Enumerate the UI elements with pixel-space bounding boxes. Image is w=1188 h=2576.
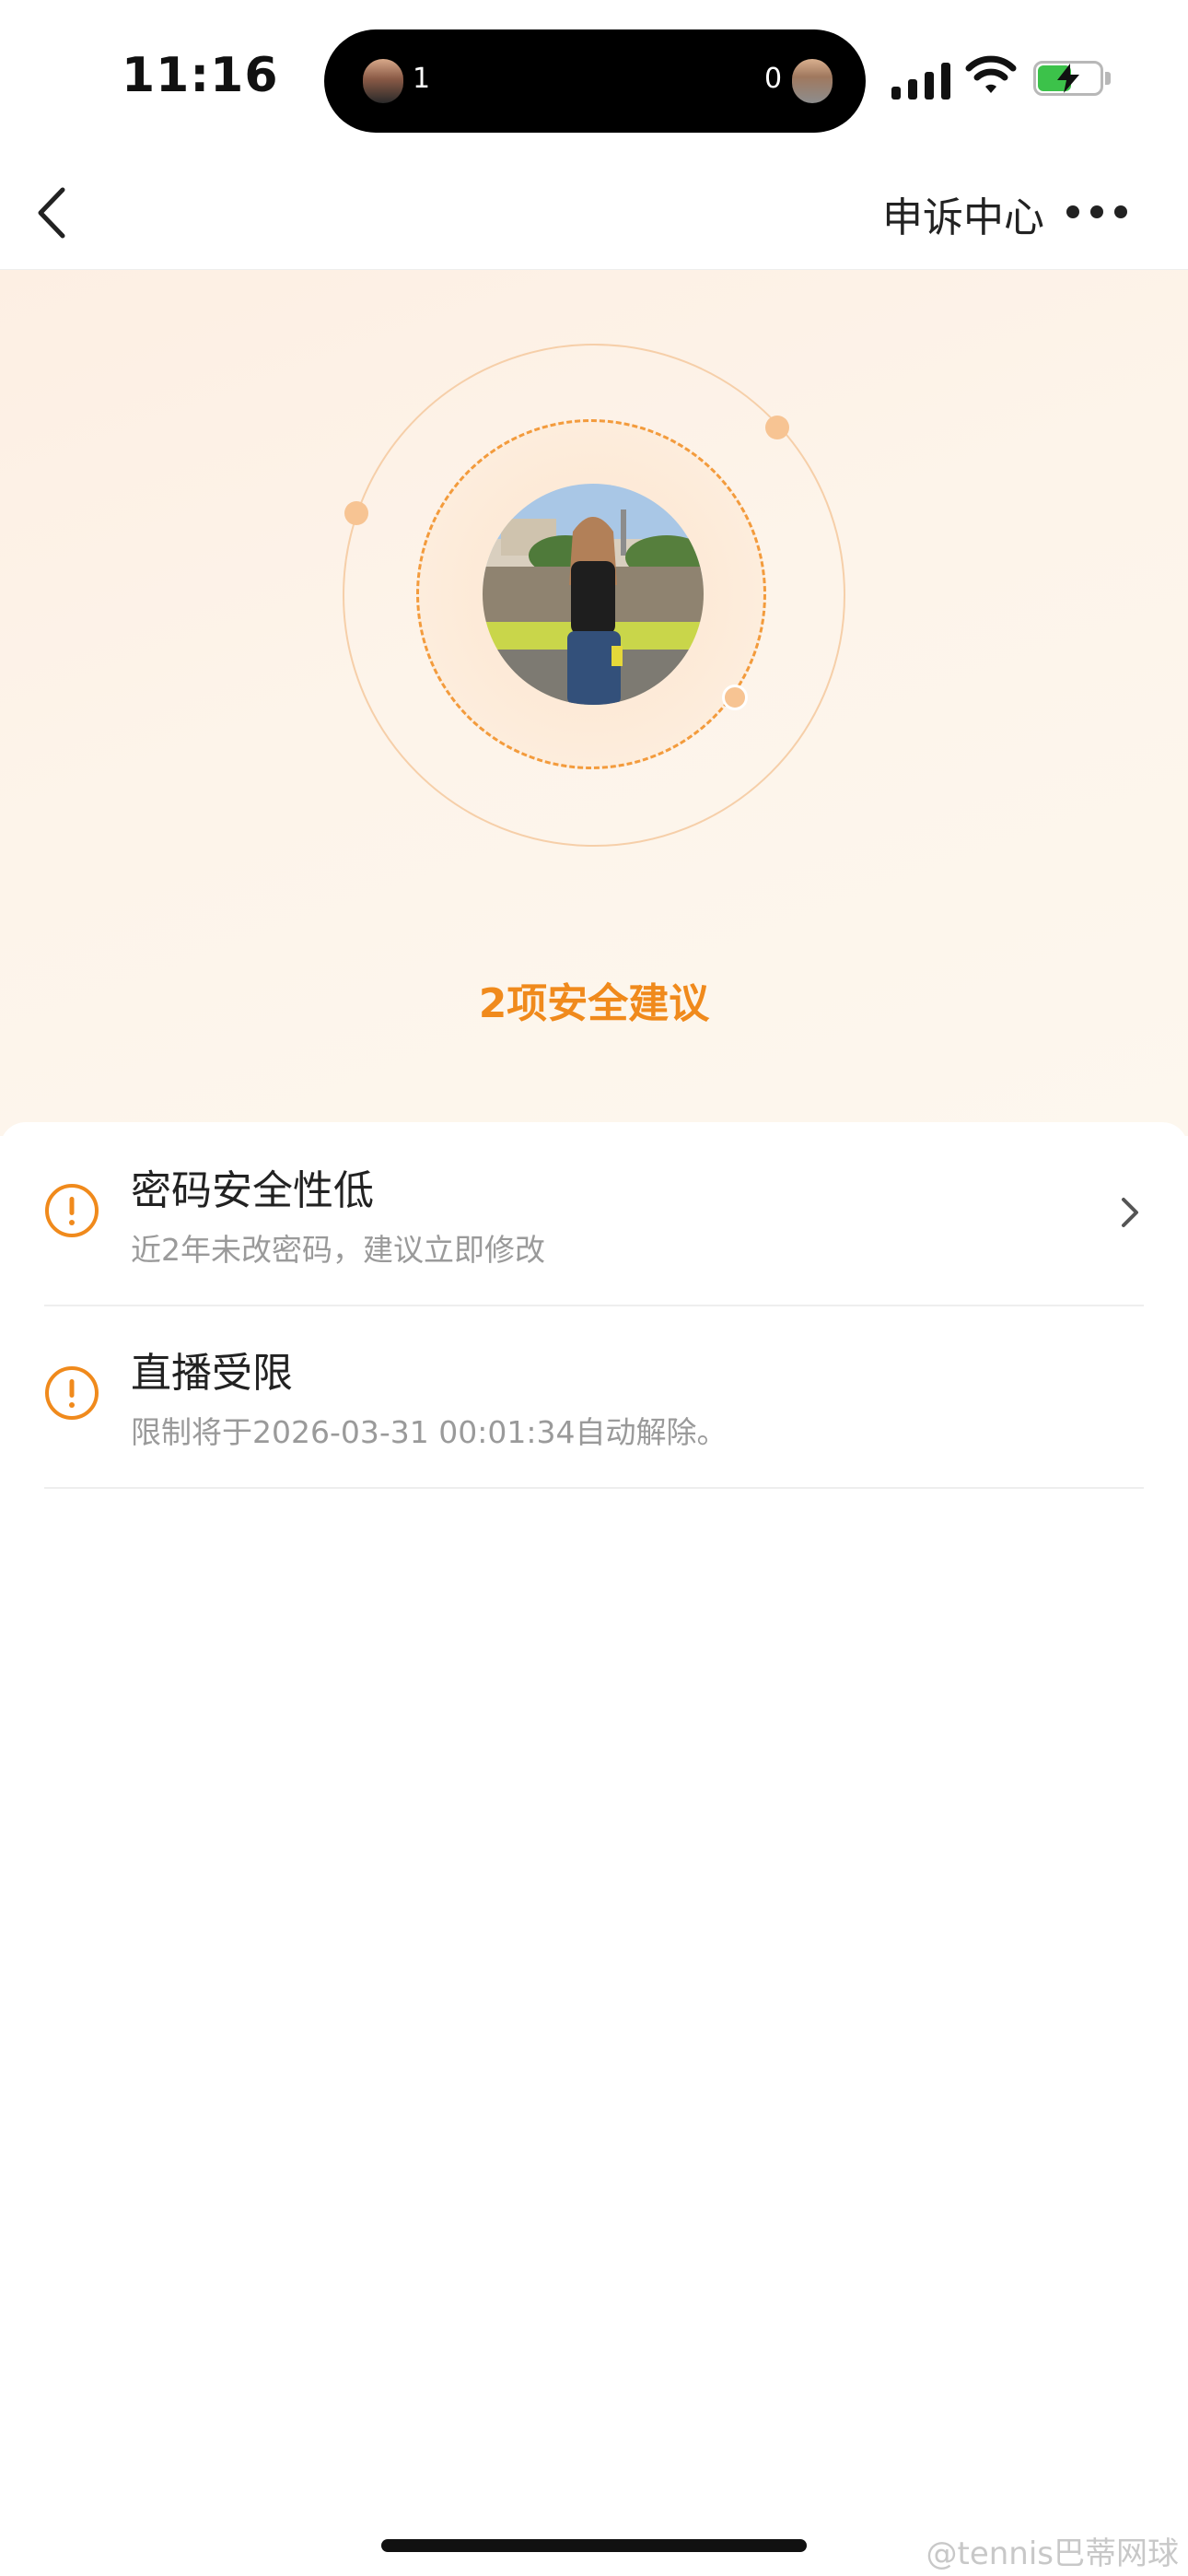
wifi-icon [965, 55, 1017, 93]
list-item-subtitle: 近2年未改密码，建议立即修改 [131, 1232, 545, 1268]
list-item-title: 密码安全性低 [131, 1167, 374, 1214]
nav-bar: 申诉中心 [0, 157, 1188, 270]
orbit-dot [722, 685, 748, 710]
island-avatar-left [363, 59, 403, 103]
status-bar: 11:16 1 0 [0, 0, 1188, 157]
cellular-signal-icon [891, 61, 952, 100]
security-suggestion-count: 2项安全建议 [478, 980, 710, 1027]
island-left-count: 1 [413, 63, 431, 95]
home-indicator[interactable] [381, 2539, 807, 2552]
page-title: 申诉中心 [882, 194, 1044, 241]
battery-charging-icon [1033, 61, 1112, 98]
more-dots-icon[interactable] [1066, 190, 1168, 236]
watermark: @tennis巴蒂网球 [926, 2535, 1179, 2572]
island-right-count: 0 [764, 63, 783, 95]
orbit-dot [765, 416, 789, 439]
security-hero: 2项安全建议 [0, 270, 1188, 1136]
list-item-subtitle: 限制将于2026-03-31 00:01:34自动解除。 [131, 1414, 728, 1450]
warning-icon [45, 1366, 99, 1420]
chevron-left-icon[interactable] [22, 181, 87, 245]
chevron-right-icon [1122, 1198, 1138, 1227]
list-item-title: 直播受限 [131, 1350, 293, 1397]
list-item-live-restricted: 直播受限 限制将于2026-03-31 00:01:34自动解除。 [44, 1305, 1144, 1489]
warning-icon [45, 1184, 99, 1237]
island-avatar-right [792, 59, 833, 103]
list-item-password[interactable]: 密码安全性低 近2年未改密码，建议立即修改 [44, 1122, 1144, 1306]
user-avatar [483, 484, 704, 705]
status-time: 11:16 [122, 48, 279, 103]
orbit-dot [344, 501, 368, 525]
dynamic-island[interactable]: 1 0 [324, 29, 866, 133]
suggestion-list: 密码安全性低 近2年未改密码，建议立即修改 直播受限 限制将于2026-03-3… [0, 1122, 1188, 2576]
